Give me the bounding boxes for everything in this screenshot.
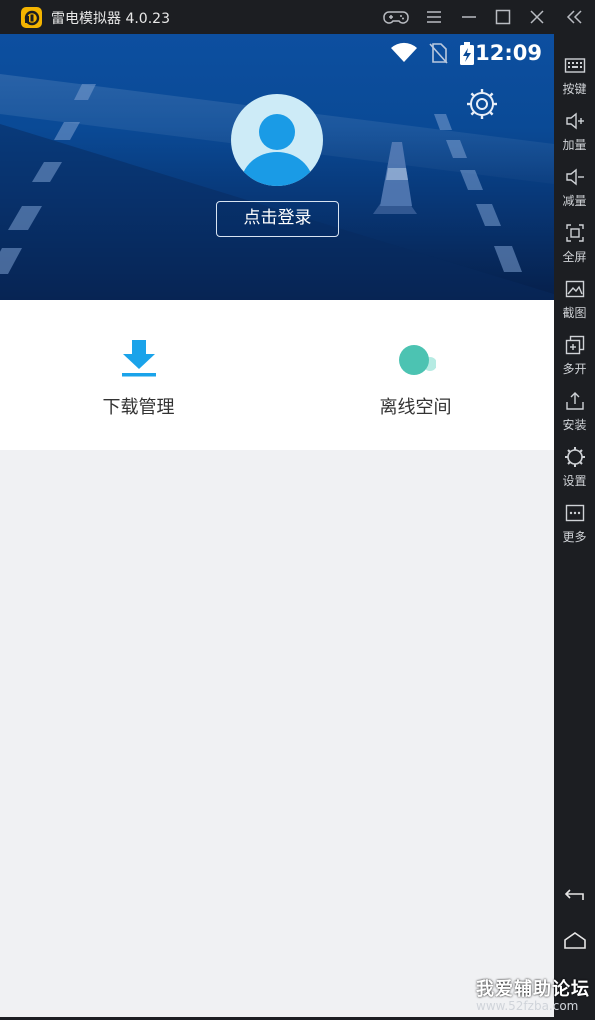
multi-instance-icon — [565, 335, 585, 355]
ldplayer-logo-icon[interactable] — [21, 7, 42, 28]
home-icon[interactable] — [563, 930, 587, 952]
sidebar-item-label: 全屏 — [562, 250, 587, 264]
offline-space-label: 离线空间 — [379, 397, 452, 418]
more-icon — [565, 504, 585, 522]
collapse-sidebar-icon[interactable] — [565, 7, 583, 27]
emulator-sidebar: 按键 加量 减量 全屏 截图 多开 安装 设置 更多 — [554, 34, 595, 1020]
status-time: 12:09 — [475, 41, 542, 65]
sidebar-item-label: 安装 — [562, 418, 587, 432]
sidebar-item-more[interactable]: 更多 — [554, 500, 595, 552]
settings-icon — [565, 447, 585, 467]
sidebar-item-label: 按键 — [562, 82, 587, 96]
settings-icon[interactable] — [466, 88, 498, 120]
gamepad-icon[interactable] — [383, 7, 409, 27]
sidebar-item-label: 截图 — [562, 306, 587, 320]
back-icon[interactable] — [563, 884, 587, 906]
install-icon — [566, 392, 584, 410]
volume-down-icon — [566, 168, 584, 186]
android-screen: 12:09 点击登录 下载管理 离线空间 — [0, 34, 554, 1017]
screenshot-icon — [565, 280, 585, 298]
quick-actions: 下载管理 离线空间 — [0, 300, 554, 450]
battery-charging-icon — [460, 42, 474, 65]
sidebar-item-label: 设置 — [562, 474, 587, 488]
sidebar-item-label: 减量 — [562, 194, 587, 208]
sidebar-item-label: 多开 — [562, 362, 587, 376]
sidebar-item-screenshot[interactable]: 截图 — [554, 276, 595, 328]
sidebar-item-fullscreen[interactable]: 全屏 — [554, 220, 595, 272]
sidebar-item-settings[interactable]: 设置 — [554, 444, 595, 496]
login-button[interactable]: 点击登录 — [216, 201, 339, 237]
keyboard-icon — [564, 58, 586, 73]
volume-up-icon — [566, 112, 584, 130]
sidebar-item-label: 加量 — [562, 138, 587, 152]
download-manager-label: 下载管理 — [102, 397, 175, 418]
wifi-icon — [391, 42, 417, 62]
fullscreen-icon — [566, 224, 584, 242]
sidebar-item-multi-instance[interactable]: 多开 — [554, 332, 595, 384]
download-manager-item[interactable]: 下载管理 — [0, 300, 277, 450]
emulator-window: 雷电模拟器 4.0.23 12:09 点击登录 下载管理 离线空间 按键 加量 … — [0, 0, 595, 1020]
status-bar: 12:09 — [0, 34, 554, 74]
sidebar-item-volume-up[interactable]: 加量 — [554, 108, 595, 160]
sidebar-item-volume-down[interactable]: 减量 — [554, 164, 595, 216]
profile-header: 12:09 点击登录 — [0, 34, 554, 300]
title-bar: 雷电模拟器 4.0.23 — [0, 0, 595, 34]
watermark-title: 我爱辅助论坛 — [476, 979, 590, 1000]
sidebar-item-install[interactable]: 安装 — [554, 388, 595, 440]
watermark: 我爱辅助论坛 www.52fzba.com — [476, 975, 594, 1013]
no-sim-icon — [429, 43, 448, 64]
menu-icon[interactable] — [425, 7, 443, 27]
sidebar-item-label: 更多 — [562, 530, 587, 544]
minimize-icon[interactable] — [461, 7, 477, 27]
sidebar-item-keymap[interactable]: 按键 — [554, 52, 595, 104]
close-icon[interactable] — [529, 7, 545, 27]
download-icon — [122, 340, 156, 377]
app-title: 雷电模拟器 4.0.23 — [51, 11, 170, 27]
offline-space-item[interactable]: 离线空间 — [277, 300, 554, 450]
watermark-url: www.52fzba.com — [476, 999, 579, 1013]
cloud-icon — [399, 345, 436, 375]
maximize-icon[interactable] — [495, 7, 511, 27]
default-avatar-icon[interactable] — [231, 94, 323, 186]
